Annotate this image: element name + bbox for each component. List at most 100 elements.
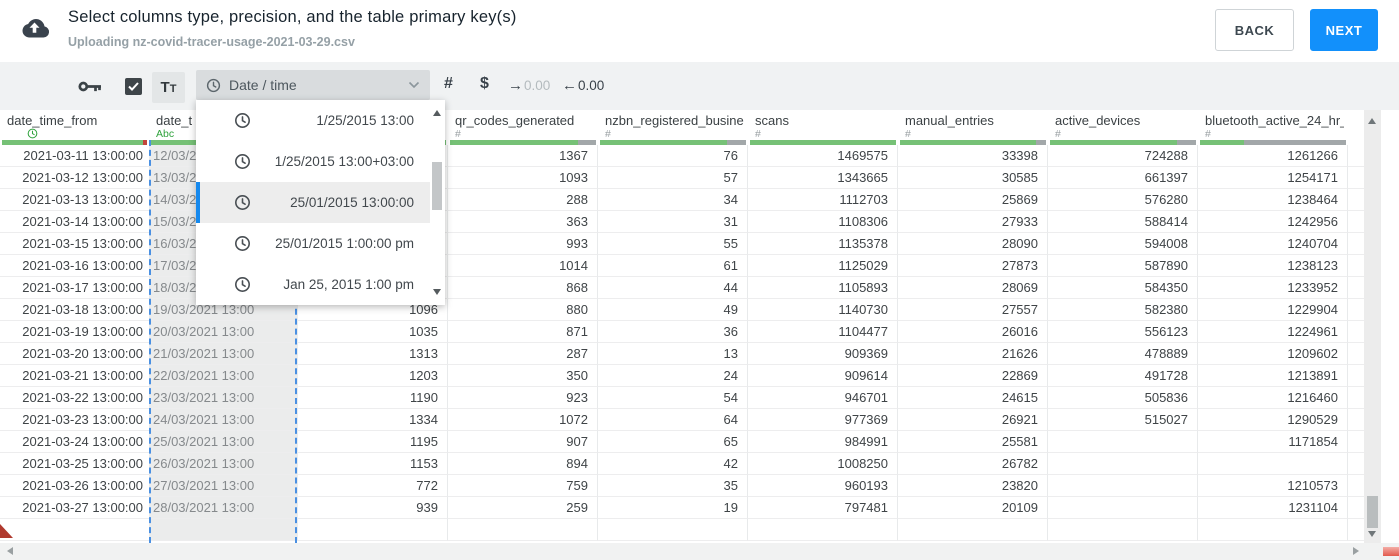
table-cell: 1242956	[1198, 211, 1348, 233]
vertical-scrollbar-thumb[interactable]	[1367, 496, 1378, 528]
left-arrow-icon: ←	[562, 77, 577, 94]
column-header-date_time_from[interactable]: date_time_from	[0, 110, 149, 140]
table-cell: 21/03/2021 13:00	[149, 343, 298, 365]
table-cell: 36	[598, 321, 748, 343]
table-cell	[1348, 255, 1364, 277]
table-cell: 1233952	[1198, 277, 1348, 299]
format-option[interactable]: 25/01/2015 13:00:00	[196, 182, 430, 223]
format-option[interactable]: Jan 25, 2015 1:00 pm	[196, 264, 430, 305]
table-cell	[1348, 189, 1364, 211]
table-cell: 2021-03-23 13:00:00	[0, 409, 149, 431]
table-cell: 868	[448, 277, 598, 299]
clock-icon	[234, 112, 251, 129]
currency-type-button[interactable]: $	[480, 75, 489, 93]
table-cell	[1348, 233, 1364, 255]
table-cell: 363	[448, 211, 598, 233]
table-cell: 21626	[898, 343, 1048, 365]
format-option[interactable]: 1/25/2015 13:00	[196, 100, 430, 141]
dropdown-scrollbar-thumb[interactable]	[432, 162, 442, 210]
table-row: 2021-03-22 13:00:00 23/03/2021 13:00 1190 9…	[0, 387, 1364, 409]
table-cell: 2021-03-14 13:00:00	[0, 211, 149, 233]
column-header-active_devices[interactable]: active_devices #	[1048, 110, 1198, 140]
table-cell: 960193	[748, 475, 898, 497]
date-format-options: 1/25/2015 13:00 1/25/2015 13:00+03:00 25/0…	[196, 100, 430, 305]
next-button[interactable]: NEXT	[1310, 9, 1378, 51]
table-cell: 22/03/2021 13:00	[149, 365, 298, 387]
table-cell: 556123	[1048, 321, 1198, 343]
column-header-nzbn_registered_busine[interactable]: nzbn_registered_busine #	[598, 110, 748, 140]
table-cell: 1224961	[1198, 321, 1348, 343]
horizontal-scrollbar-thumb[interactable]	[1383, 547, 1399, 556]
column-name: date_time_from	[7, 113, 98, 128]
table-cell: 880	[448, 299, 598, 321]
format-option[interactable]: 1/25/2015 13:00+03:00	[196, 141, 430, 182]
table-row: 2021-03-21 13:00:00 22/03/2021 13:00 1203 3…	[0, 365, 1364, 387]
table-cell: 26016	[898, 321, 1048, 343]
table-cell: 26782	[898, 453, 1048, 475]
table-cell: 20/03/2021 13:00	[149, 321, 298, 343]
table-cell: 1112703	[748, 189, 898, 211]
table-cell: 2021-03-15 13:00:00	[0, 233, 149, 255]
table-cell: 1140730	[748, 299, 898, 321]
scroll-down-arrow[interactable]	[1368, 531, 1376, 537]
table-cell: 1008250	[748, 453, 898, 475]
text-type-button[interactable]: Tt	[152, 72, 185, 103]
scroll-right-arrow[interactable]	[1353, 547, 1359, 555]
scroll-up-arrow[interactable]	[1368, 118, 1376, 124]
type-format-select-value: Date / time	[229, 77, 297, 93]
table-cell: 2021-03-27 13:00:00	[0, 497, 149, 519]
table-cell: 13	[598, 343, 748, 365]
clock-icon	[234, 276, 251, 293]
clock-icon	[234, 235, 251, 252]
table-cell	[1348, 431, 1364, 453]
cloud-upload-icon	[18, 16, 51, 48]
table-cell: 22869	[898, 365, 1048, 387]
table-cell: 2021-03-26 13:00:00	[0, 475, 149, 497]
increase-decimal-button[interactable]: →0.00	[508, 77, 550, 94]
primary-key-icon[interactable]	[78, 80, 103, 98]
table-row: 2021-03-26 13:00:00 27/03/2021 13:00 772 75…	[0, 475, 1364, 497]
table-cell: 31	[598, 211, 748, 233]
table-cell: 1203	[298, 365, 448, 387]
column-type-label	[1355, 113, 1360, 126]
table-cell	[748, 519, 898, 541]
table-cell: 23820	[898, 475, 1048, 497]
scroll-left-arrow[interactable]	[7, 547, 13, 555]
format-option[interactable]: 25/01/2015 1:00:00 pm	[196, 223, 430, 264]
table-cell: 33398	[898, 145, 1048, 167]
column-header-manual_entries[interactable]: manual_entries #	[898, 110, 1048, 140]
table-cell	[598, 519, 748, 541]
clock-icon	[234, 194, 251, 211]
column-header-scans[interactable]: scans #	[748, 110, 898, 140]
table-cell: 1190	[298, 387, 448, 409]
table-cell	[898, 519, 1048, 541]
column-header-qr_codes_generated[interactable]: qr_codes_generated #	[448, 110, 598, 140]
table-cell: 724288	[1048, 145, 1198, 167]
table-cell: 28/03/2021 13:00	[149, 497, 298, 519]
dropdown-scrollbar[interactable]	[430, 100, 445, 305]
table-cell: 1108306	[748, 211, 898, 233]
format-option-label: 25/01/2015 13:00:00	[290, 195, 414, 210]
table-row: 2021-03-27 13:00:00 28/03/2021 13:00 939 25…	[0, 497, 1364, 519]
number-type-button[interactable]: #	[444, 75, 453, 93]
horizontal-scrollbar[interactable]	[0, 543, 1399, 560]
column-name: bluetooth_active_24_hr_	[1205, 113, 1344, 128]
dropdown-scroll-up-arrow[interactable]	[433, 110, 441, 116]
back-button[interactable]: BACK	[1215, 9, 1294, 51]
chevron-down-icon	[408, 81, 420, 89]
clock-icon	[206, 78, 221, 93]
decrease-decimal-button[interactable]: ←0.00	[562, 77, 604, 94]
boolean-type-checkbox[interactable]	[125, 78, 142, 95]
table-cell: 23/03/2021 13:00	[149, 387, 298, 409]
table-cell: 2021-03-19 13:00:00	[0, 321, 149, 343]
format-option-label: Jan 25, 2015 1:00 pm	[283, 277, 414, 292]
column-header-bluetooth_active_24_hr_[interactable]: bluetooth_active_24_hr_ #	[1198, 110, 1348, 140]
vertical-scrollbar[interactable]	[1364, 110, 1381, 543]
table-cell: 505836	[1048, 387, 1198, 409]
table-cell	[1198, 519, 1348, 541]
table-cell	[149, 519, 298, 541]
dropdown-scroll-down-arrow[interactable]	[433, 289, 441, 295]
table-row: 2021-03-23 13:00:00 24/03/2021 13:00 1334 1…	[0, 409, 1364, 431]
type-format-select[interactable]: Date / time	[196, 70, 430, 100]
table-cell: 946701	[748, 387, 898, 409]
